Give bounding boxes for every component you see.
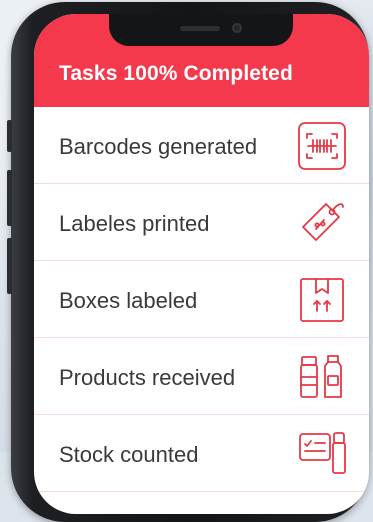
task-item-stock[interactable]: Stock counted	[34, 415, 369, 492]
front-camera	[232, 23, 242, 33]
task-item-labels[interactable]: Labeles printed	[34, 184, 369, 261]
price-tag-icon	[297, 198, 347, 248]
task-list: Barcodes generated Labeles printed Boxes…	[34, 107, 369, 492]
task-label: Stock counted	[59, 442, 199, 467]
side-button	[7, 170, 12, 226]
task-label: Boxes labeled	[59, 288, 198, 313]
task-item-boxes[interactable]: Boxes labeled	[34, 261, 369, 338]
phone-notch	[109, 14, 293, 46]
side-button	[7, 238, 12, 294]
page-title: Tasks 100% Completed	[59, 62, 293, 85]
phone-screen: Tasks 100% Completed Barcodes generated	[34, 14, 369, 514]
phone-frame: Tasks 100% Completed Barcodes generated	[7, 2, 369, 522]
task-item-barcodes[interactable]: Barcodes generated	[34, 107, 369, 184]
task-label: Barcodes generated	[59, 134, 258, 159]
inventory-count-icon	[297, 429, 347, 479]
product-packages-icon	[297, 352, 347, 402]
barcode-scan-icon	[297, 121, 347, 171]
labeled-box-icon	[297, 275, 347, 325]
side-button	[7, 120, 12, 152]
speaker-grille	[180, 26, 220, 31]
task-label: Products received	[59, 365, 236, 390]
task-label: Labeles printed	[59, 211, 210, 236]
task-item-products[interactable]: Products received	[34, 338, 369, 415]
